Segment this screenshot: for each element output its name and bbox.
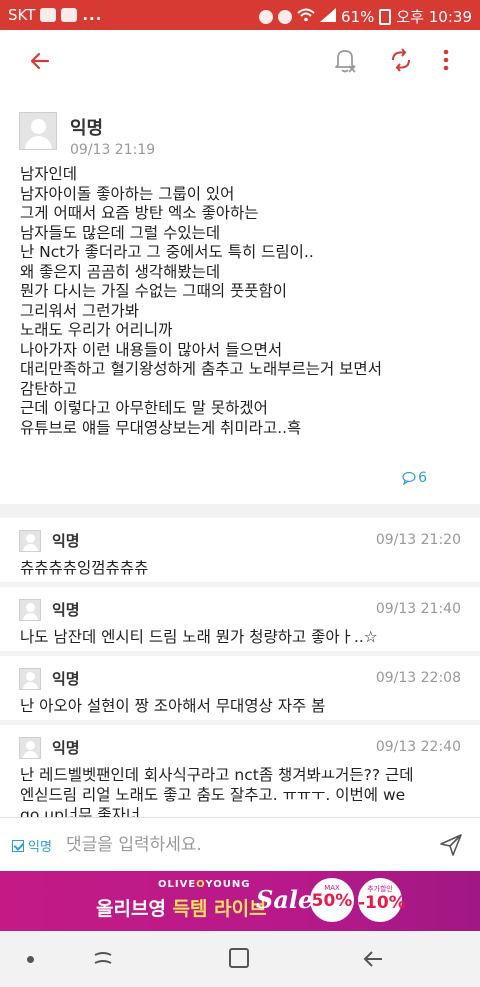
carrier-label: SKT	[8, 6, 36, 24]
post-line: 남자인데	[20, 165, 78, 183]
comment-avatar	[19, 737, 41, 759]
comment-date: 09/13 22:08	[375, 670, 461, 686]
author-avatar	[19, 112, 57, 150]
comment-count-button[interactable]: 6	[402, 470, 480, 486]
home-button[interactable]	[229, 948, 249, 968]
more-options-button[interactable]	[436, 45, 456, 75]
post-body: 남자인데 남자아이돌 좋아하는 그룹이 있어 그게 어때서 요즘 방탄 엑소 좋…	[20, 165, 465, 438]
vertical-dots-icon	[443, 49, 449, 71]
content-scroll-area[interactable]: 익명 09/13 21:19 남자인데 남자아이돌 좋아하는 그룹이 있어 그게…	[0, 90, 480, 817]
ad-banner[interactable]: OLIVEOYOUNG 올리브영 득템 라이브 Sale MAX 50% 추가할…	[0, 871, 480, 931]
comment-line: 엔싣드림 리얼 노래도 좋고 춤도 잘추고. ㅠㅠㅜ. 이번에 we	[20, 786, 406, 804]
refresh-button[interactable]	[386, 45, 416, 75]
notification-off-button[interactable]	[330, 45, 360, 75]
comment-item[interactable]: 익명 09/13 21:20 츄츄츄츄잉껌츄츄츄	[0, 518, 480, 582]
post: 익명 09/13 21:19 남자인데 남자아이돌 좋아하는 그룹이 있어 그게…	[0, 90, 480, 504]
post-line: 난 Nct가 좋더라고 그 중에서도 특히 드림이..	[20, 243, 314, 261]
send-button[interactable]	[438, 832, 464, 858]
comment-count: 6	[418, 470, 428, 486]
ad-title: 올리브영 득템 라이브	[96, 894, 267, 921]
ad-extra-discount-badge: 추가할인 -10%	[358, 878, 406, 922]
comment-avatar	[19, 530, 41, 552]
post-line: 나아가자 이런 내용들이 많아서 들으면서	[20, 340, 283, 359]
anonymous-label: 익명	[28, 840, 52, 855]
speech-bubble-icon	[402, 471, 416, 485]
post-line: 근데 이렇다고 아무한테도 말 못하겠어	[20, 399, 268, 417]
system-nav-bar	[0, 931, 480, 987]
comment-text: 나도 남잔데 엔시티 드림 노래 뭔가 청량하고 좋아ㅏ..☆	[20, 628, 378, 646]
comment-author: 익명	[52, 601, 80, 619]
post-line: 감탄하고	[20, 379, 78, 398]
post-line: 그리워서 그런가봐	[20, 301, 140, 320]
clock: 오후 10:39	[396, 8, 472, 26]
post-line: 왜 좋은지 곰곰히 생각해봤는데	[20, 262, 221, 281]
ad-max-discount-badge: MAX 50%	[310, 878, 354, 922]
ad-brand-left: OLIVE	[158, 879, 197, 890]
comment-item[interactable]: 익명 09/13 22:40 난 레드벨벳팬인데 회사식구라고 nct좀 챙겨봐…	[0, 725, 480, 817]
battery-icon	[379, 8, 392, 25]
comment-line: go up너무 좋자너	[20, 806, 141, 817]
nav-back-button[interactable]	[362, 948, 384, 970]
app-notification-icon	[61, 8, 78, 22]
app-bar	[0, 30, 480, 90]
ad-title-plain: 올리브영	[96, 898, 173, 920]
comment-item[interactable]: 익명 09/13 21:40 나도 남잔데 엔시티 드림 노래 뭔가 청량하고 …	[0, 587, 480, 651]
post-line: 노래도 우리가 어리니까	[20, 321, 173, 339]
comment-author: 익명	[52, 532, 80, 550]
comment-author: 익명	[52, 670, 80, 688]
comment-avatar	[19, 668, 41, 690]
checkbox-checked-icon	[12, 839, 24, 852]
signal-icon	[320, 7, 337, 26]
post-author: 익명	[70, 118, 104, 139]
post-date: 09/13 21:19	[70, 142, 156, 158]
ad-badge1-big: 50%	[311, 891, 353, 911]
more-notifications-indicator: ...	[82, 6, 103, 24]
ad-title-highlight: 득템 라이브	[172, 898, 267, 920]
reactions: 1 6 0	[402, 470, 480, 486]
anonymous-checkbox[interactable]: 익명	[12, 836, 52, 855]
recents-icon	[94, 952, 112, 964]
battery-percent: 61%	[341, 7, 375, 26]
ad-brand-right: YOUNG	[205, 879, 251, 890]
ad-brand-logo: OLIVEOYOUNG	[158, 879, 250, 890]
post-line: 남자아이돌 좋아하는 그룹이 있어	[20, 184, 235, 203]
post-line: 그게 어때서 요즘 방탄 엑소 좋아하는	[20, 204, 259, 222]
wifi-icon	[297, 8, 315, 26]
comment-text: 츄츄츄츄잉껌츄츄츄	[20, 559, 149, 577]
post-line: 남자들도 많은데 그럴 수있는데	[20, 223, 221, 242]
comment-input-bar: 익명	[0, 817, 480, 871]
comment-line: 난 레드벨벳팬인데 회사식구라고 nct좀 챙겨봐ㅛ거든?? 근데	[20, 766, 414, 784]
comment-input[interactable]	[66, 830, 406, 860]
recents-button[interactable]	[92, 949, 114, 969]
comment-avatar	[19, 599, 41, 621]
comment-date: 09/13 22:40	[375, 739, 461, 755]
data-saver-icon	[259, 9, 274, 24]
refresh-icon	[392, 48, 410, 72]
alarm-icon	[278, 9, 293, 24]
comment-date: 09/13 21:40	[375, 601, 461, 617]
nav-dot-icon[interactable]	[27, 956, 34, 963]
bell-off-icon	[335, 50, 356, 73]
ad-brand-o: O	[196, 879, 206, 890]
talk-notification-icon	[40, 8, 57, 22]
comment-item[interactable]: 익명 09/13 22:08 난 아오아 설현이 짱 조아해서 무대영상 자주 …	[0, 656, 480, 720]
arrow-left-icon	[30, 52, 50, 70]
screen: SKT ... 61% 오후 10:39 익명 09/13 21:19 남자인데…	[0, 0, 480, 987]
ad-badge2-big: -10%	[358, 893, 406, 913]
nav-back-arrow-icon	[363, 951, 382, 967]
comment-text: 난 아오아 설현이 짱 조아해서 무대영상 자주 봄	[20, 697, 326, 715]
post-line: 유튜브로 얘들 무대영상보는게 취미라고..흑	[20, 418, 302, 437]
send-icon	[440, 834, 462, 856]
comment-date: 09/13 21:20	[375, 532, 461, 548]
post-line: 대리만족하고 혈기왕성하게 춤추고 노래부르는거 보면서	[20, 360, 382, 378]
comment-text: 난 레드벨벳팬인데 회사식구라고 nct좀 챙겨봐ㅛ거든?? 근데 엔싣드림 리…	[20, 765, 465, 817]
status-bar: SKT ... 61% 오후 10:39	[0, 0, 480, 30]
comment-author: 익명	[52, 739, 80, 757]
post-line: 뭔가 다시는 가질 수없는 그때의 풋풋함이	[20, 282, 288, 300]
back-button[interactable]	[26, 47, 54, 75]
ad-sale-text: Sale	[256, 885, 314, 914]
